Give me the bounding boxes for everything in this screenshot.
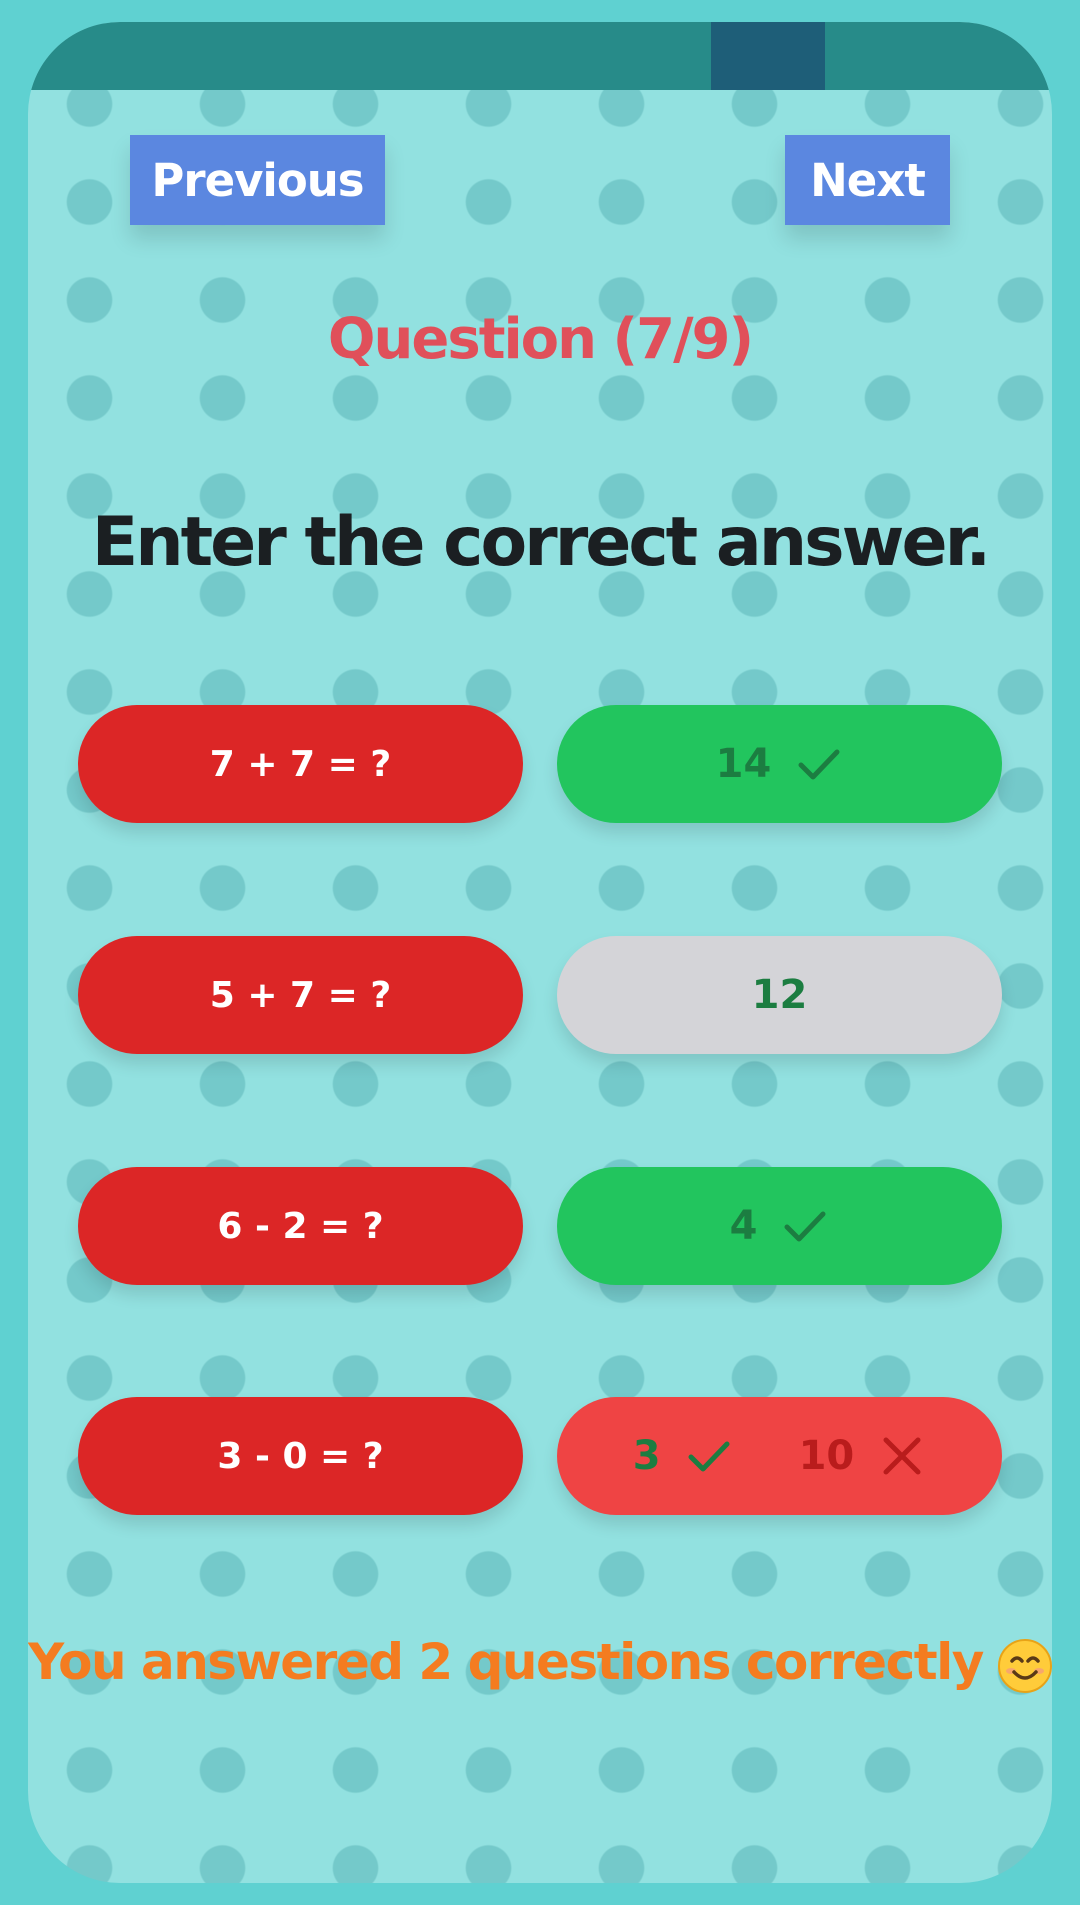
question-counter: Question (7/9) [327,307,754,372]
result-message: You answered 2 questions correctly [28,1637,1052,1694]
answer-pill-3[interactable]: 4 [557,1167,1002,1285]
next-button[interactable]: Next [785,135,950,225]
progress-bar [28,22,1052,90]
check-icon [795,740,843,788]
previous-button[interactable]: Previous [130,135,385,225]
quiz-screen: Previous Next Question (7/9) Enter the c… [28,22,1052,1883]
check-icon [781,1202,829,1250]
question-text: 6 - 2 = ? [217,1205,384,1247]
check-icon [685,1432,733,1480]
smiling-face-icon [997,1638,1052,1694]
question-text: 5 + 7 = ? [209,974,392,1016]
question-text: 3 - 0 = ? [217,1435,384,1477]
answer-pill-4[interactable]: 3 10 [557,1397,1002,1515]
answer-text: 12 [751,972,808,1018]
question-pill-2[interactable]: 5 + 7 = ? [78,936,523,1054]
correct-answer-text: 3 [632,1433,661,1479]
instruction-text: Enter the correct answer. [91,503,992,582]
question-pill-4[interactable]: 3 - 0 = ? [78,1397,523,1515]
answer-text: 4 [729,1203,758,1249]
question-pill-3[interactable]: 6 - 2 = ? [78,1167,523,1285]
result-text: You answered 2 questions correctly [28,1633,984,1691]
answer-pill-2[interactable]: 12 [557,936,1002,1054]
question-text: 7 + 7 = ? [209,743,392,785]
question-pill-1[interactable]: 7 + 7 = ? [78,705,523,823]
answer-text: 14 [715,741,772,787]
answer-pill-1[interactable]: 14 [557,705,1002,823]
progress-indicator [711,22,825,90]
x-icon [878,1432,926,1480]
wrong-answer-text: 10 [798,1433,855,1479]
